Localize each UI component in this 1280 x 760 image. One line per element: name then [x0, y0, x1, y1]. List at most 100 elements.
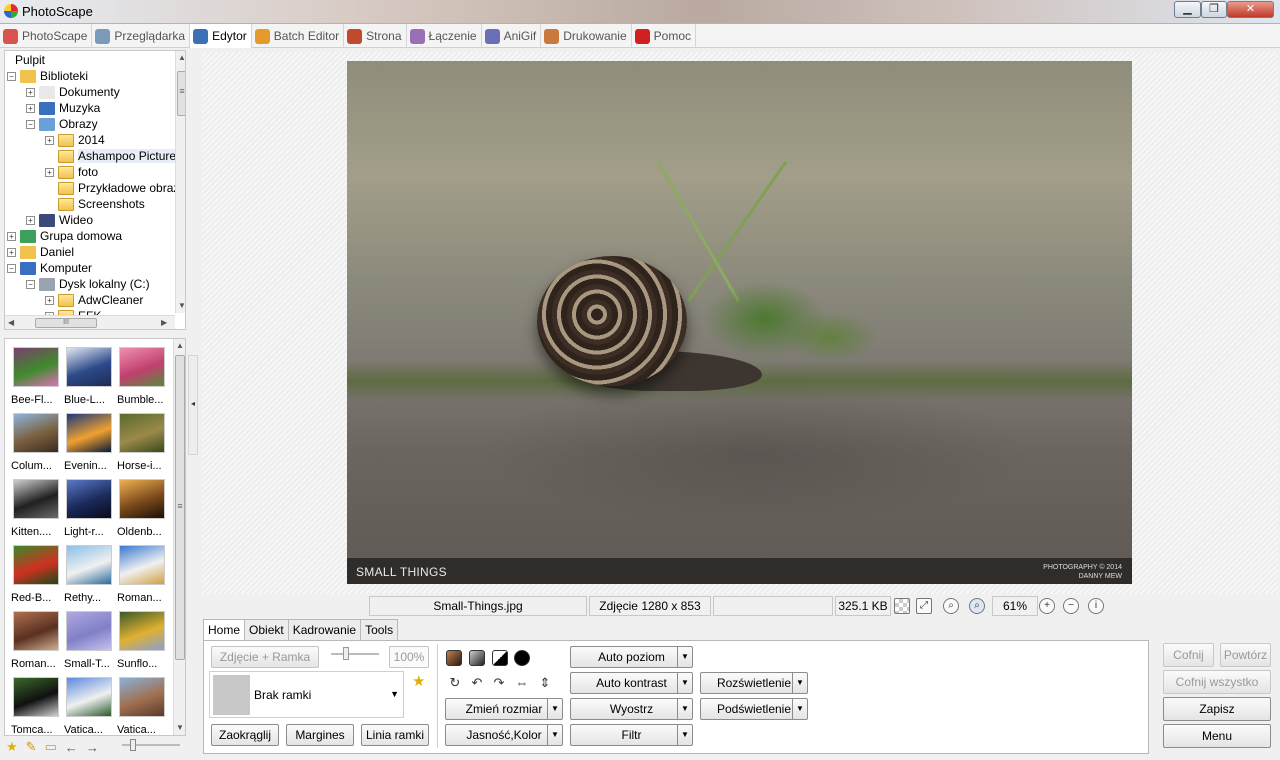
thumbnail-image[interactable]	[119, 413, 165, 453]
collapse-icon[interactable]: −	[26, 279, 35, 289]
expand-icon[interactable]: +	[45, 295, 54, 305]
menu-tab-photoscape[interactable]: PhotoScape	[0, 24, 93, 48]
thumbnail-image[interactable]	[66, 545, 112, 585]
menu-tab-batch-editor[interactable]: Batch Editor	[252, 24, 345, 48]
frame-line-button[interactable]: Linia ramki	[361, 724, 429, 746]
menu-tab-przeglądarka[interactable]: Przeglądarka	[92, 24, 191, 48]
tree-item[interactable]: Przykładowe obraz	[45, 180, 179, 196]
transparency-grid-icon[interactable]	[894, 598, 910, 614]
thumbnail-image[interactable]	[66, 611, 112, 651]
auto-contrast-button[interactable]: Auto kontrast ▼	[570, 672, 693, 694]
thumbnail-item[interactable]: Kitten....	[11, 475, 61, 538]
chevron-down-icon[interactable]: ▼	[677, 673, 692, 693]
expand-icon[interactable]: +	[7, 231, 16, 241]
thumbnail-image[interactable]	[66, 677, 112, 717]
maximize-button[interactable]: ❐	[1201, 1, 1227, 18]
expand-icon[interactable]: +	[45, 135, 54, 145]
filter-button[interactable]: Filtr ▼	[570, 724, 693, 746]
tree-item[interactable]: + Dokumenty	[26, 84, 120, 100]
thumbnail-item[interactable]: Bee-Fl...	[11, 343, 61, 406]
thumbnail-item[interactable]: Rethy...	[64, 541, 114, 604]
thumbnail-image[interactable]	[119, 611, 165, 651]
scroll-right-arrow-icon[interactable]: ▶	[161, 318, 167, 327]
thumbnail-image[interactable]	[66, 479, 112, 519]
tree-hscroll-thumb[interactable]: III	[35, 318, 97, 328]
collapse-icon[interactable]: −	[7, 263, 16, 273]
thumbnail-item[interactable]: Evenin...	[64, 409, 114, 472]
menu-tab-anigif[interactable]: AniGif	[482, 24, 542, 48]
tone-contrast-icon[interactable]	[492, 650, 508, 666]
expand-icon[interactable]: +	[45, 167, 54, 177]
undo-button[interactable]: Cofnij	[1163, 643, 1214, 667]
tag-icon[interactable]: ✎	[26, 739, 37, 755]
zoom-in-icon[interactable]: +	[1039, 598, 1055, 614]
thumbnail-image[interactable]	[119, 677, 165, 717]
menu-button[interactable]: Menu	[1163, 724, 1271, 748]
thumbnail-image[interactable]	[66, 347, 112, 387]
opacity-slider[interactable]	[331, 647, 379, 660]
opacity-slider-knob[interactable]	[343, 647, 349, 660]
favorite-frame-star-icon[interactable]: ★	[412, 672, 425, 690]
tree-item[interactable]: + AdwCleaner	[45, 292, 143, 308]
collapse-panel-handle[interactable]: ◂	[188, 355, 198, 455]
thumbnail-item[interactable]: Sunflo...	[117, 607, 167, 670]
tree-item[interactable]: − Komputer	[7, 260, 92, 276]
collapse-icon[interactable]: −	[26, 119, 35, 129]
tree-item[interactable]: Pulpit	[15, 52, 45, 68]
tone-invert-icon[interactable]	[514, 650, 530, 666]
zoom-actual-size-icon[interactable]: ⌕	[943, 598, 959, 614]
editor-tab-tools[interactable]: Tools	[360, 619, 399, 640]
menu-tab-edytor[interactable]: Edytor	[190, 24, 252, 48]
tree-item[interactable]: − Biblioteki	[7, 68, 88, 84]
thumbnail-image[interactable]	[13, 347, 59, 387]
expand-icon[interactable]: +	[26, 87, 35, 97]
info-icon[interactable]: i	[1088, 598, 1104, 614]
collapse-icon[interactable]: −	[7, 71, 16, 81]
tree-item[interactable]: − Dysk lokalny (C:)	[26, 276, 150, 292]
rotate-right-icon[interactable]: ↷	[491, 675, 507, 691]
frame-selector[interactable]: Brak ramki ▼	[209, 671, 404, 718]
resize-button[interactable]: Zmień rozmiar ▼	[445, 698, 563, 720]
chevron-down-icon[interactable]: ▼	[547, 725, 562, 745]
editor-tab-home[interactable]: Home	[203, 619, 246, 641]
thumbnail-size-slider[interactable]	[122, 739, 180, 751]
thumbnail-item[interactable]: Horse-i...	[117, 409, 167, 472]
thumbnail-image[interactable]	[13, 677, 59, 717]
open-folder-icon[interactable]: ▭	[45, 739, 57, 755]
slider-knob[interactable]	[130, 739, 136, 751]
scroll-up-arrow-icon[interactable]: ▲	[178, 53, 185, 62]
rotate-free-icon[interactable]: ↻	[447, 675, 463, 691]
thumbnail-image[interactable]	[13, 479, 59, 519]
chevron-down-icon[interactable]: ▼	[677, 699, 692, 719]
flip-vertical-icon[interactable]: ⇕	[537, 675, 553, 691]
menu-tab-łączenie[interactable]: Łączenie	[407, 24, 482, 48]
scroll-left-arrow-icon[interactable]: ◀	[8, 318, 14, 327]
chevron-down-icon[interactable]: ▼	[547, 699, 562, 719]
zoom-out-icon[interactable]: −	[1063, 598, 1079, 614]
flip-horizontal-icon[interactable]: ⇔	[514, 675, 530, 691]
tree-item[interactable]: − Obrazy	[26, 116, 98, 132]
thumbnail-item[interactable]: Light-r...	[64, 475, 114, 538]
thumbnail-item[interactable]: Vatica...	[64, 673, 114, 735]
thumbnail-image[interactable]	[119, 347, 165, 387]
auto-level-button[interactable]: Auto poziom ▼	[570, 646, 693, 668]
save-button[interactable]: Zapisz	[1163, 697, 1271, 721]
thumbnail-image[interactable]	[13, 545, 59, 585]
thumbnail-item[interactable]: Blue-L...	[64, 343, 114, 406]
back-arrow-icon[interactable]: ←	[65, 740, 78, 755]
bloom-button[interactable]: Rozświetlenie ▼	[700, 672, 808, 694]
expand-icon[interactable]: +	[26, 103, 35, 113]
round-corners-button[interactable]: Zaokrąglij	[211, 724, 279, 746]
tree-item[interactable]: Ashampoo Picture	[45, 148, 177, 164]
thumbnail-image[interactable]	[13, 413, 59, 453]
scroll-down-arrow-icon[interactable]: ▼	[178, 301, 185, 310]
edited-photo[interactable]: SMALL THINGS PHOTOGRAPHY © 2014 DANNY ME…	[347, 61, 1132, 584]
margins-button[interactable]: Margines	[286, 724, 354, 746]
chevron-down-icon[interactable]: ▼	[792, 699, 807, 719]
thumbnail-item[interactable]: Roman...	[11, 607, 61, 670]
menu-tab-drukowanie[interactable]: Drukowanie	[541, 24, 632, 48]
sharpen-button[interactable]: Wyostrz ▼	[570, 698, 693, 720]
menu-tab-strona[interactable]: Strona	[344, 24, 407, 48]
editor-tab-kadrowanie[interactable]: Kadrowanie	[287, 619, 362, 640]
chevron-down-icon[interactable]: ▼	[792, 673, 807, 693]
